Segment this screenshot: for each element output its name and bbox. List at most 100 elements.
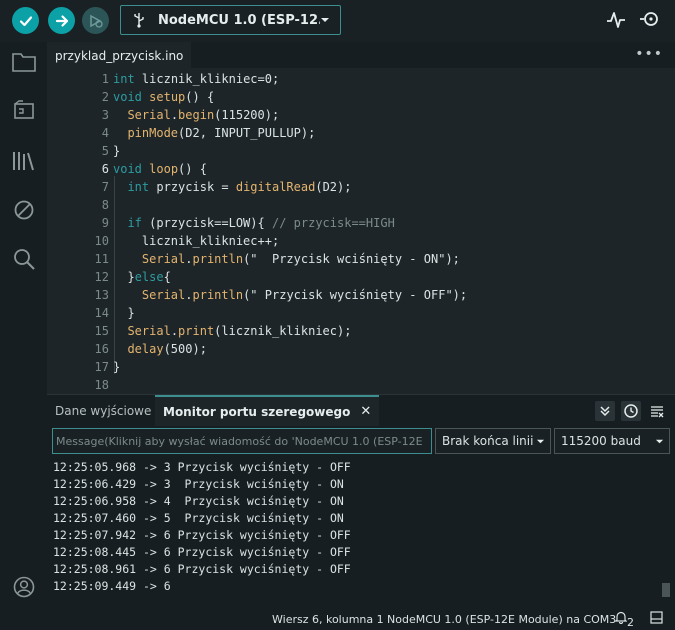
code-line[interactable]: 3 Serial.begin(115200); [47,106,675,124]
tab-output[interactable]: Dane wyjściowe [47,395,159,426]
line-number: 12 [94,270,109,284]
tab-output-label: Dane wyjściowe [55,403,152,418]
search-icon [14,249,35,270]
line-number: 1 [101,72,109,86]
code-editor[interactable]: 1 int licznik_klikniec=0; 2 void setup() {3… [47,68,675,394]
upload-button[interactable] [48,7,75,34]
line-number: 5 [101,144,109,158]
check-icon [19,15,32,26]
line-number: 17 [94,360,109,374]
chevron-down-icon [321,18,329,22]
output-line: 12:25:07.942 -> 6 Przycisk wyciśnięty - … [53,528,351,542]
code-line[interactable]: 6 void loop() { [47,160,675,178]
output-line: 12:25:05.968 -> 3 Przycisk wyciśnięty - … [53,460,351,474]
board-port-info: NodeMCU 1.0 (ESP-12E Module) na COM3 [387,613,617,626]
pulse-icon [607,12,625,28]
toolbar: NodeMCU 1.0 (ESP-12... [0,0,675,42]
debug-button[interactable] [82,7,109,34]
folder-icon [12,53,36,72]
output-line: 12:25:06.429 -> 3 Przycisk wciśnięty - O… [53,477,344,491]
file-tab[interactable]: przyklad_przycisk.ino [47,42,192,68]
tab-serial-monitor[interactable]: Monitor portu szeregowego ✕ [155,395,380,426]
sketchbook-button[interactable] [12,50,36,74]
code-line[interactable]: 16 delay(500); [47,340,675,358]
code-line[interactable]: 5} [47,142,675,160]
code-line[interactable]: 18 [47,376,675,394]
timestamp-toggle[interactable] [621,401,641,421]
code-line[interactable]: 10 licznik_klikniec++; [47,232,675,250]
board-selector[interactable]: NodeMCU 1.0 (ESP-12... [120,5,341,35]
code-line[interactable]: 12 }else{ [47,268,675,286]
serial-monitor-button[interactable] [639,9,661,31]
code-line[interactable]: 11 Serial.println(" Przycisk wciśnięty -… [47,250,675,268]
line-number: 18 [94,378,109,392]
line-number: 10 [94,234,109,248]
arrow-right-icon [55,14,68,27]
cursor-position: Wiersz 6, kolumna 1 [272,613,384,626]
code-line[interactable]: 8 [47,196,675,214]
line-code: } [113,306,135,320]
serial-plotter-button[interactable] [605,9,627,31]
activity-bar [0,42,47,608]
account-icon [13,576,35,598]
line-code: int licznik_klikniec=0; [113,72,280,86]
clear-output-button[interactable] [647,401,667,421]
line-code: } [113,144,121,158]
line-code: pinMode(D2, INPUT_PULLUP); [127,126,316,140]
code-line[interactable]: 14 } [47,304,675,322]
notification-count: 2 [627,616,634,629]
output-line: 12:25:09.449 -> 6 [53,579,171,593]
boards-manager-button[interactable] [12,99,36,123]
autoscroll-toggle[interactable] [595,401,615,421]
serial-output[interactable]: 12:25:05.968 -> 3 Przycisk wyciśnięty - … [47,459,675,601]
line-code: delay(500); [127,342,207,356]
message-input[interactable] [52,428,432,454]
line-code: Serial.begin(115200); [127,108,280,122]
line-number: 4 [101,126,109,140]
board-name: NodeMCU 1.0 (ESP-12... [158,12,320,28]
line-code: Serial.print(licznik_klikniec); [127,324,352,338]
code-line[interactable]: 17} [47,358,675,376]
code-line[interactable]: 13 Serial.println(" Przycisk wyciśnięty … [47,286,675,304]
line-code: void loop() { [113,162,207,176]
line-code: } [113,360,121,374]
toggle-panel-button[interactable] [650,611,663,627]
baud-rate-select[interactable]: 115200 baud [554,428,670,454]
line-number: 9 [101,216,109,230]
output-scrollbar-thumb[interactable] [662,583,670,597]
status-bar: Wiersz 6, kolumna 1 NodeMCU 1.0 (ESP-12E… [0,608,675,630]
line-code: if (przycisk==LOW){ // przycisk==HIGH [127,216,395,230]
line-number: 14 [94,306,109,320]
output-line: 12:25:07.460 -> 5 Przycisk wciśnięty - O… [53,511,344,525]
code-line[interactable]: 15 Serial.print(licznik_klikniec); [47,322,675,340]
line-code: Serial.println(" Przycisk wyciśnięty - O… [141,288,468,302]
line-number: 15 [94,324,109,338]
code-line[interactable]: 1 int licznik_klikniec=0; [47,70,675,88]
code-line[interactable]: 9 if (przycisk==LOW){ // przycisk==HIGH [47,214,675,232]
debug-off-icon [14,200,34,220]
debug-view-button[interactable] [12,198,36,222]
more-options-button[interactable]: ••• [635,46,663,62]
notifications-button[interactable]: 2 [614,611,634,629]
code-line[interactable]: 7 int przycisk = digitalRead(D2); [47,178,675,196]
output-line: 12:25:06.958 -> 4 Przycisk wciśnięty - O… [53,494,344,508]
code-line[interactable]: 4 pinMode(D2, INPUT_PULLUP); [47,124,675,142]
debug-icon [89,14,103,28]
verify-button[interactable] [12,7,39,34]
board-icon [14,100,34,119]
code-line[interactable]: 2 void setup() { [47,88,675,106]
line-number: 7 [101,180,109,194]
output-line: 12:25:08.961 -> 6 Przycisk wyciśnięty - … [53,562,351,576]
bottom-panel: Dane wyjściowe Monitor portu szeregowego… [47,394,675,608]
close-tab-button[interactable]: ✕ [360,404,371,419]
output-line: 12:25:08.445 -> 6 Przycisk wyciśnięty - … [53,545,351,559]
search-button[interactable] [12,247,36,271]
line-ending-select[interactable]: Brak końca linii [435,428,551,454]
line-code: Serial.println(" Przycisk wciśnięty - ON… [141,252,460,266]
account-button[interactable] [12,575,36,599]
bell-icon [614,611,628,625]
library-manager-button[interactable] [12,149,36,173]
line-code: void setup() { [113,90,215,104]
line-ending-value: Brak końca linii [442,434,534,448]
usb-icon [134,13,144,28]
